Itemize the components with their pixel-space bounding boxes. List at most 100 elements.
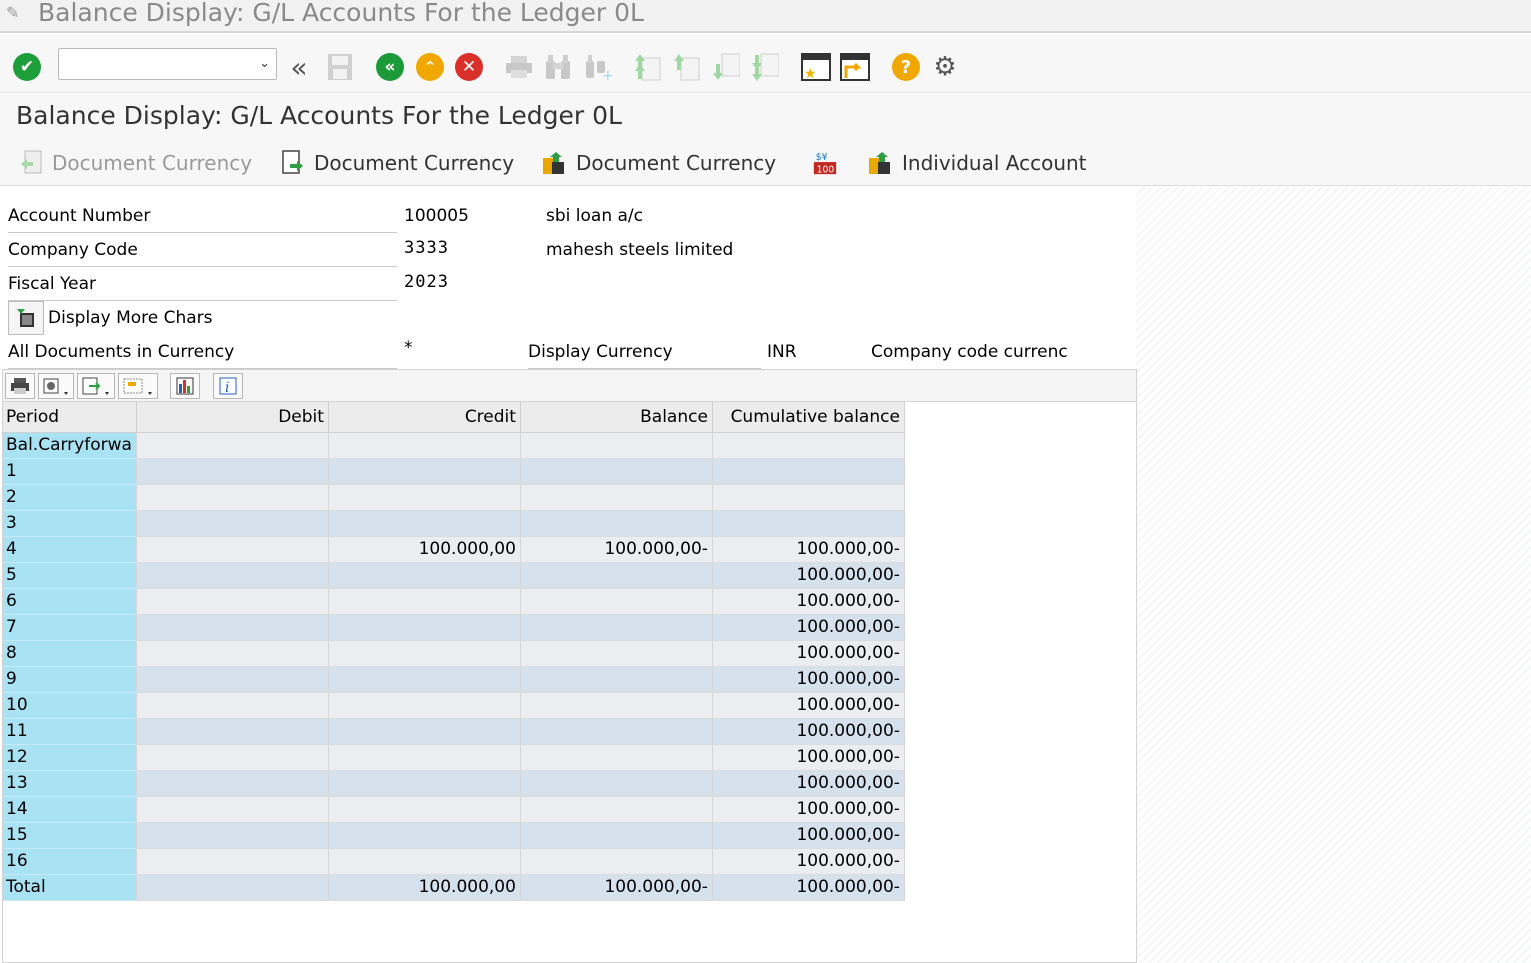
- cell-cumulative-balance[interactable]: 100.000,00-: [712, 562, 905, 589]
- cell-debit[interactable]: [136, 666, 329, 693]
- cell-credit[interactable]: [328, 796, 521, 823]
- column-header-debit[interactable]: Debit: [136, 402, 329, 433]
- save-icon[interactable]: [325, 52, 355, 82]
- table-row[interactable]: 6 100.000,00-: [3, 588, 905, 615]
- command-field[interactable]: ⌄: [58, 48, 277, 80]
- cell-period[interactable]: 14: [3, 796, 137, 823]
- table-row[interactable]: 5 100.000,00-: [3, 562, 905, 589]
- cell-cumulative-balance[interactable]: 100.000,00-: [712, 718, 905, 745]
- table-row[interactable]: 11 100.000,00-: [3, 718, 905, 745]
- table-row[interactable]: 8 100.000,00-: [3, 640, 905, 667]
- cell-balance[interactable]: [520, 510, 713, 537]
- column-header-credit[interactable]: Credit: [328, 402, 521, 433]
- table-row[interactable]: 13 100.000,00-: [3, 770, 905, 797]
- cell-period[interactable]: 16: [3, 848, 137, 875]
- table-row[interactable]: 9 100.000,00-: [3, 666, 905, 693]
- cell-balance[interactable]: [520, 484, 713, 511]
- cell-cumulative-balance[interactable]: 100.000,00-: [712, 770, 905, 797]
- cell-credit[interactable]: [328, 640, 521, 667]
- cell-balance[interactable]: [520, 562, 713, 589]
- cell-debit[interactable]: [136, 614, 329, 641]
- cell-credit[interactable]: [328, 614, 521, 641]
- cell-cumulative-balance[interactable]: 100.000,00-: [712, 666, 905, 693]
- cell-period[interactable]: 3: [3, 510, 137, 537]
- cell-period[interactable]: 6: [3, 588, 137, 615]
- cell-debit[interactable]: [136, 562, 329, 589]
- cell-balance[interactable]: [520, 614, 713, 641]
- grid-export-icon[interactable]: [77, 373, 115, 399]
- cell-cumulative-balance[interactable]: 100.000,00-: [712, 848, 905, 875]
- cell-cumulative-balance[interactable]: 100.000,00-: [712, 588, 905, 615]
- enter-icon[interactable]: ✔: [12, 52, 42, 82]
- cell-balance[interactable]: [520, 692, 713, 719]
- grid-info-icon[interactable]: i: [213, 373, 243, 399]
- cell-cumulative-balance[interactable]: 100.000,00-: [712, 536, 905, 563]
- table-row[interactable]: 1: [3, 458, 905, 485]
- column-header-cumulative-balance[interactable]: Cumulative balance: [712, 402, 905, 433]
- find-icon[interactable]: [543, 52, 573, 82]
- help-icon[interactable]: ?: [891, 52, 921, 82]
- cell-cumulative-balance[interactable]: 100.000,00-: [712, 744, 905, 771]
- cell-debit[interactable]: [136, 848, 329, 875]
- cell-debit[interactable]: [136, 874, 329, 901]
- cell-period[interactable]: 12: [3, 744, 137, 771]
- cell-credit[interactable]: [328, 588, 521, 615]
- first-page-icon[interactable]: [633, 52, 663, 82]
- table-row[interactable]: Total 100.000,00 100.000,00- 100.000,00-: [3, 874, 905, 901]
- cell-cumulative-balance[interactable]: [712, 432, 905, 459]
- table-row[interactable]: 15 100.000,00-: [3, 822, 905, 849]
- grid-layout-icon[interactable]: [118, 373, 158, 399]
- cell-balance[interactable]: [520, 822, 713, 849]
- cell-cumulative-balance[interactable]: [712, 458, 905, 485]
- cell-credit[interactable]: [328, 848, 521, 875]
- next-page-icon[interactable]: [711, 52, 741, 82]
- cell-cumulative-balance[interactable]: [712, 510, 905, 537]
- cell-period[interactable]: 15: [3, 822, 137, 849]
- cancel-icon[interactable]: ✕: [454, 52, 484, 82]
- document-currency-button-2[interactable]: Document Currency: [280, 148, 514, 178]
- cell-balance[interactable]: [520, 718, 713, 745]
- cell-credit[interactable]: [328, 432, 521, 459]
- cell-balance[interactable]: [520, 666, 713, 693]
- cell-cumulative-balance[interactable]: [712, 484, 905, 511]
- column-header-balance[interactable]: Balance: [520, 402, 713, 433]
- cell-cumulative-balance[interactable]: 100.000,00-: [712, 822, 905, 849]
- settings-icon[interactable]: ⚙: [930, 52, 960, 82]
- column-header-period[interactable]: Period: [3, 402, 137, 433]
- cell-debit[interactable]: [136, 796, 329, 823]
- cell-credit[interactable]: [328, 484, 521, 511]
- cell-cumulative-balance[interactable]: 100.000,00-: [712, 614, 905, 641]
- cell-credit[interactable]: [328, 666, 521, 693]
- print-icon[interactable]: [504, 52, 534, 82]
- cell-cumulative-balance[interactable]: 100.000,00-: [712, 874, 905, 901]
- cell-balance[interactable]: 100.000,00-: [520, 874, 713, 901]
- cell-balance[interactable]: [520, 458, 713, 485]
- cell-period[interactable]: 4: [3, 536, 137, 563]
- table-row[interactable]: 7 100.000,00-: [3, 614, 905, 641]
- cell-period[interactable]: 10: [3, 692, 137, 719]
- table-row[interactable]: 16 100.000,00-: [3, 848, 905, 875]
- table-row[interactable]: 2: [3, 484, 905, 511]
- cell-period[interactable]: 8: [3, 640, 137, 667]
- cell-credit[interactable]: [328, 510, 521, 537]
- cell-balance[interactable]: [520, 770, 713, 797]
- exit-icon[interactable]: ⌃: [415, 52, 445, 82]
- cell-debit[interactable]: [136, 458, 329, 485]
- document-currency-button-1[interactable]: Document Currency: [18, 148, 252, 178]
- find-next-icon[interactable]: +: [583, 52, 613, 82]
- cell-credit[interactable]: [328, 692, 521, 719]
- cell-cumulative-balance[interactable]: 100.000,00-: [712, 796, 905, 823]
- cell-debit[interactable]: [136, 640, 329, 667]
- cell-debit[interactable]: [136, 770, 329, 797]
- cell-period[interactable]: 13: [3, 770, 137, 797]
- cell-period[interactable]: 5: [3, 562, 137, 589]
- grid-print-icon[interactable]: [5, 373, 35, 399]
- individual-account-button[interactable]: Individual Account: [868, 148, 1087, 178]
- display-more-label[interactable]: Display More Chars: [48, 301, 213, 335]
- cell-balance[interactable]: 100.000,00-: [520, 536, 713, 563]
- table-row[interactable]: 12 100.000,00-: [3, 744, 905, 771]
- grid-chart-icon[interactable]: [170, 373, 200, 399]
- chevron-down-icon[interactable]: ⌄: [259, 56, 270, 71]
- cell-debit[interactable]: [136, 536, 329, 563]
- cell-balance[interactable]: [520, 432, 713, 459]
